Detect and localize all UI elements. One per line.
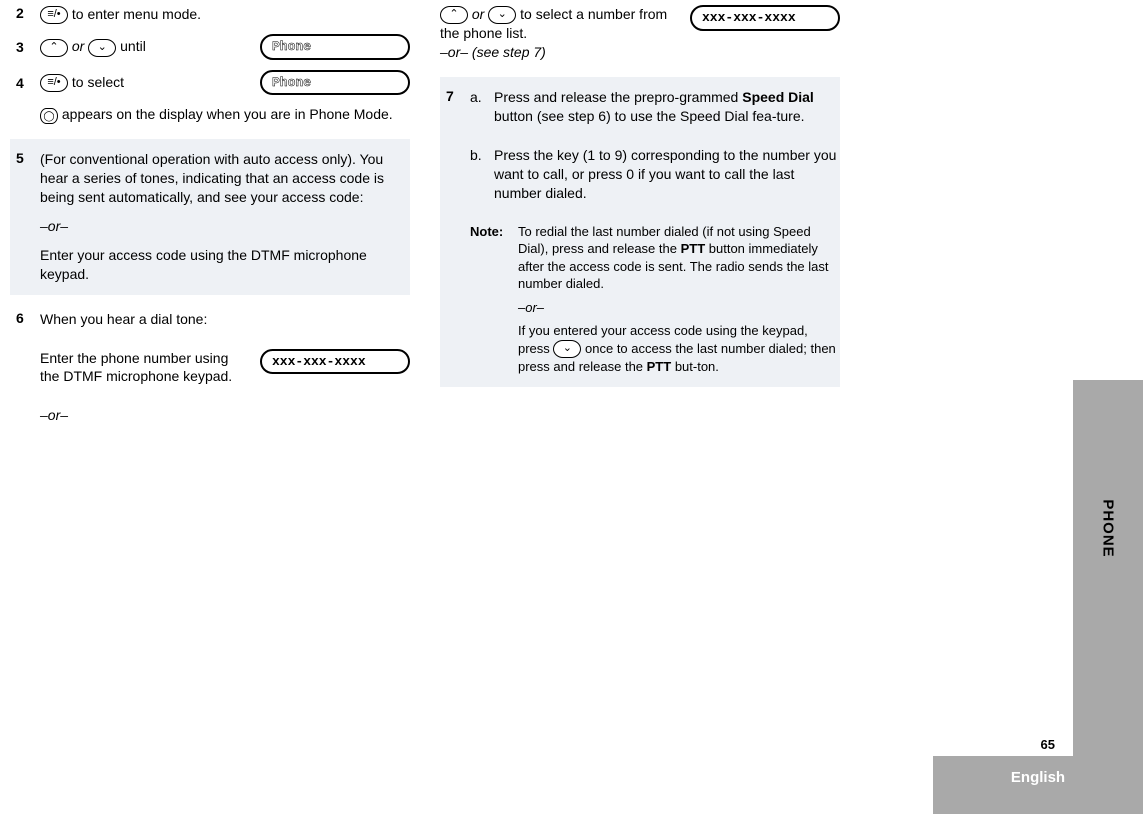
select-text: to select <box>68 74 124 90</box>
step-body: ⌃ or ⌄ until Phone <box>40 34 410 60</box>
menu-icon: ≡/• <box>40 74 68 92</box>
up-icon: ⌃ <box>40 39 68 57</box>
or-text: –or– <box>40 217 410 236</box>
left-column: 2 ≡/• to enter menu mode. 3 ⌃ or ⌄ until… <box>10 0 440 430</box>
down-icon: ⌄ <box>488 6 516 24</box>
enter-phone-text: Enter the phone number using the DTMF mi… <box>40 349 260 387</box>
step-number: 7 <box>440 88 470 104</box>
step-number: 5 <box>10 150 40 166</box>
phone-mode-icon: ◯ <box>40 108 58 124</box>
down-icon: ⌄ <box>553 340 581 358</box>
or-text: –or– <box>40 406 410 425</box>
sidebar-tab: PHONE <box>1073 380 1143 814</box>
step5-line2: Enter your access code using the DTMF mi… <box>40 246 410 284</box>
step6-intro: When you hear a dial tone: <box>40 310 410 329</box>
step-text: to enter menu mode. <box>68 6 201 22</box>
right-column: ⌃ or ⌄ to select a number from the phone… <box>440 0 870 430</box>
page-number: 65 <box>1041 737 1055 752</box>
step-6: 6 When you hear a dial tone: <box>10 305 410 334</box>
down-icon: ⌄ <box>88 39 116 57</box>
display-phone: Phone <box>260 34 410 60</box>
note-label: Note: <box>470 223 518 376</box>
step-2: 2 ≡/• to enter menu mode. <box>10 0 410 29</box>
sidebar-label: PHONE <box>1100 499 1117 557</box>
step-5: 5 (For conventional operation with auto … <box>10 139 410 294</box>
step-6-body: Enter the phone number using the DTMF mi… <box>10 344 410 392</box>
step-number: 6 <box>10 310 40 326</box>
sub-b: b. <box>470 146 494 203</box>
or-text: or <box>68 38 88 54</box>
note-text: appears on the display when you are in P… <box>58 106 393 122</box>
display-phone: Phone <box>260 70 410 96</box>
or-text: or <box>468 6 488 22</box>
up-icon: ⌃ <box>440 6 468 24</box>
menu-icon: ≡/• <box>40 6 68 24</box>
step-4: 4 ≡/• to select Phone <box>10 65 410 101</box>
sub-a: a. <box>470 88 494 126</box>
step-3: 3 ⌃ or ⌄ until Phone <box>10 29 410 65</box>
footer-language: English <box>933 756 1143 814</box>
step-number: 3 <box>10 39 40 55</box>
sub-b-text: Press the key (1 to 9) corresponding to … <box>494 146 840 203</box>
step5-line1: (For conventional operation with auto ac… <box>40 150 410 207</box>
step-number: 2 <box>10 5 40 21</box>
until-text: until <box>116 38 146 54</box>
display-number: xxx-xxx-xxxx <box>690 5 840 31</box>
or-see-step7: –or– (see step 7) <box>440 43 680 62</box>
step-6-or: –or– <box>10 401 410 430</box>
step-7: 7 a. Press and release the prepro-gramme… <box>440 77 840 387</box>
note-body: ◯ appears on the display when you are in… <box>40 105 410 124</box>
step-body: ≡/• to select Phone <box>40 70 410 96</box>
step-body: ≡/• to enter menu mode. <box>40 5 410 24</box>
or-text: –or– <box>518 299 840 317</box>
step-number: 4 <box>10 75 40 91</box>
sub-a-text: Press and release the prepro-grammed Spe… <box>494 88 840 126</box>
page-content: 2 ≡/• to enter menu mode. 3 ⌃ or ⌄ until… <box>0 0 1143 430</box>
display-number: xxx-xxx-xxxx <box>260 349 410 375</box>
right-top: ⌃ or ⌄ to select a number from the phone… <box>440 0 840 67</box>
note-body: To redial the last number dialed (if not… <box>518 223 840 376</box>
step-4-note: ◯ appears on the display when you are in… <box>10 100 410 129</box>
